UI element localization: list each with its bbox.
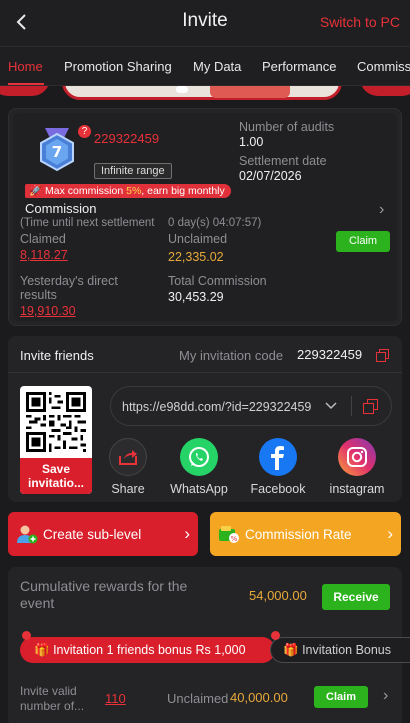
divider: [8, 372, 402, 373]
tab-commission[interactable]: Commiss: [357, 59, 410, 74]
share-icon: [109, 438, 147, 476]
tab-bar: Home Promotion Sharing My Data Performan…: [0, 46, 410, 86]
whatsapp-label: WhatsApp: [170, 482, 228, 496]
invitation-bonus-label: Invitation Bonus: [302, 643, 392, 657]
share-label: Share: [111, 482, 145, 496]
chevron-down-icon[interactable]: [325, 402, 337, 410]
range-badge: Infinite range: [94, 163, 172, 179]
notification-dot: [22, 631, 31, 640]
top-bar: Invite Switch to PC: [0, 0, 410, 46]
settlement-date-label: Settlement date: [239, 154, 327, 168]
claimed-label: Claimed: [20, 232, 66, 246]
claim-reward-button[interactable]: Claim: [314, 686, 368, 708]
facebook-label: Facebook: [250, 482, 306, 496]
add-user-icon: [17, 525, 38, 544]
notification-dot: [271, 631, 280, 640]
event-rewards-card: Cumulative rewards for the event 54,000.…: [8, 567, 410, 723]
audits-value: 1.00: [239, 135, 264, 149]
invitation-code-value: 229322459: [297, 347, 363, 362]
cumulative-rewards-amount: 54,000.00: [249, 588, 307, 603]
total-commission-label: Total Commission: [168, 274, 267, 288]
banner-slide-prev: [0, 86, 50, 96]
share-button[interactable]: Share: [108, 438, 148, 496]
facebook-icon: [259, 438, 297, 476]
commission-rate-icon: %: [219, 526, 239, 543]
yesterday-results-value: 19,910.30: [20, 304, 76, 318]
max-commission-promo: 🚀 Max commission 5%, earn big monthly: [25, 184, 231, 198]
invitation-code-label: My invitation code: [179, 348, 284, 363]
carousel-dot-active: [176, 86, 188, 93]
tab-home[interactable]: Home: [8, 59, 43, 74]
tab-promotion-sharing[interactable]: Promotion Sharing: [64, 59, 172, 74]
banner-slide-current: [62, 86, 342, 100]
reward-unclaimed-value: 40,000.00: [230, 690, 288, 705]
commission-rate-label: Commission Rate: [245, 527, 352, 542]
vip-level-number: 7: [52, 143, 62, 161]
instagram-icon: [338, 438, 376, 476]
commission-card: 7 ? 229322459 Infinite range Number of a…: [8, 108, 402, 326]
tab-my-data[interactable]: My Data: [193, 59, 241, 74]
whatsapp-share-button[interactable]: WhatsApp: [168, 438, 230, 496]
reward-unclaimed-label: Unclaimed: [167, 691, 229, 706]
switch-to-pc-link[interactable]: Switch to PC: [320, 14, 400, 30]
copy-code-icon[interactable]: [376, 349, 389, 362]
active-tab-indicator: [8, 83, 44, 85]
user-id: 229322459: [94, 131, 160, 146]
promo-banner-carousel[interactable]: [0, 86, 410, 102]
chevron-right-icon: ›: [184, 524, 190, 543]
invitation-bonus-tab[interactable]: 🎁 Invitation Bonus: [270, 637, 410, 663]
invitation-bonus-tab-active[interactable]: 🎁 Invitation 1 friends bonus Rs 1,000: [20, 637, 275, 663]
whatsapp-icon: [180, 438, 218, 476]
invitation-link-field[interactable]: https://e98dd.com/?id=229322459: [110, 386, 392, 426]
link-divider: [351, 396, 352, 416]
settlement-countdown-value: 0 day(s) 04:07:57): [168, 217, 262, 229]
qr-code-image: [26, 392, 86, 452]
promo-prefix: Max commission: [45, 185, 127, 197]
banner-slide-art: [210, 86, 290, 98]
unclaimed-value: 22,335.02: [168, 250, 224, 264]
chevron-right-icon: ›: [387, 524, 393, 543]
qr-code-panel: Save invitatio...: [20, 386, 92, 494]
create-sub-level-label: Create sub-level: [43, 527, 142, 542]
settlement-date-value: 02/07/2026: [239, 169, 302, 183]
cumulative-rewards-label: Cumulative rewards for the event: [20, 578, 188, 611]
gift-icon: 🎁: [283, 643, 299, 657]
audits-label: Number of audits: [239, 120, 335, 134]
reward-chevron-right-icon[interactable]: ›: [383, 687, 388, 705]
invite-friends-title: Invite friends: [20, 348, 94, 363]
commission-chevron-right-icon[interactable]: ›: [379, 201, 384, 219]
banner-slide-next: [360, 86, 410, 96]
tab-performance[interactable]: Performance: [262, 59, 336, 74]
commission-rate-button[interactable]: % Commission Rate ›: [210, 512, 401, 556]
create-sub-level-button[interactable]: Create sub-level ›: [8, 512, 198, 556]
valid-invites-label: Invite valid number of...: [20, 684, 85, 713]
invitation-link-text: https://e98dd.com/?id=229322459: [122, 400, 312, 414]
instagram-share-button[interactable]: instagram: [324, 438, 390, 496]
claimed-value: 8,118.27: [20, 248, 68, 262]
total-commission-value: 30,453.29: [168, 290, 224, 304]
help-icon[interactable]: ?: [78, 125, 91, 138]
instagram-label: instagram: [329, 482, 385, 496]
copy-link-icon[interactable]: [363, 399, 378, 414]
vip-level-badge-icon: 7: [40, 128, 74, 172]
rocket-icon: 🚀: [29, 185, 43, 197]
invite-friends-card: Invite friends My invitation code 229322…: [8, 336, 402, 502]
svg-text:%: %: [231, 535, 238, 543]
settlement-countdown-label: (Time until next settlement: [20, 217, 155, 229]
commission-card-inner: 7 ? 229322459 Infinite range Number of a…: [13, 113, 397, 321]
valid-invites-value: 110: [105, 691, 126, 706]
receive-button[interactable]: Receive: [322, 584, 390, 610]
save-invitation-button[interactable]: Save invitatio...: [20, 458, 92, 494]
gift-icon: 🎁: [34, 643, 50, 657]
promo-percent: 5%: [126, 185, 142, 197]
promo-suffix: , earn big monthly: [141, 185, 225, 197]
commission-title: Commission: [25, 201, 97, 216]
invitation-bonus-active-label: Invitation 1 friends bonus Rs 1,000: [53, 643, 246, 657]
yesterday-results-label: Yesterday's direct results: [20, 274, 118, 302]
claim-commission-button[interactable]: Claim: [336, 231, 390, 252]
facebook-share-button[interactable]: Facebook: [246, 438, 310, 496]
unclaimed-label: Unclaimed: [168, 232, 228, 246]
